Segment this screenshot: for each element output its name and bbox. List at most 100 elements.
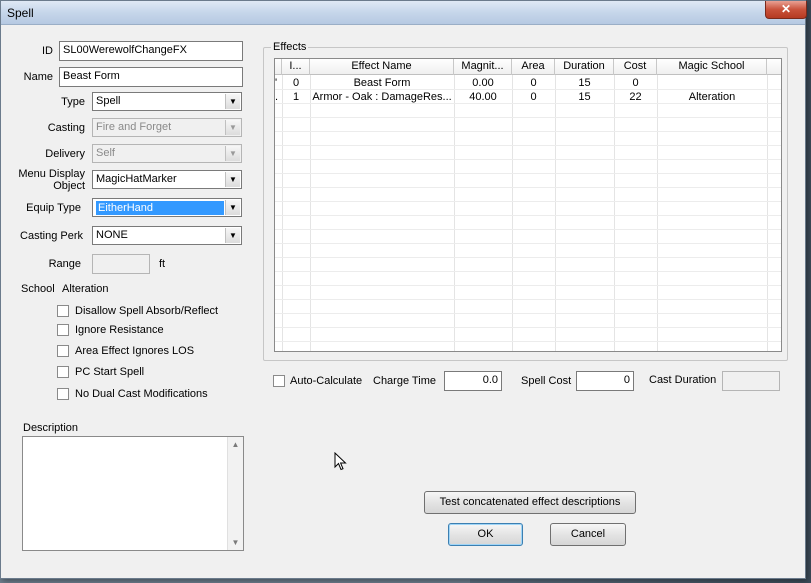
grid-line (275, 201, 781, 202)
checkbox-no-dual-cast[interactable]: No Dual Cast Modifications (57, 388, 208, 402)
row-marker: ' (275, 77, 278, 89)
cast-duration-field (722, 371, 780, 391)
menu-display-label-line2: Object (53, 180, 85, 192)
checkbox-area-effect-los[interactable]: Area Effect Ignores LOS (57, 345, 194, 359)
description-textarea[interactable]: ▲ ▼ (22, 436, 244, 551)
spell-dialog: Spell ✕ ID SL00WerewolfChangeFX Name Bea… (0, 0, 807, 579)
row-marker: . (275, 91, 279, 103)
casting-select: Fire and Forget ▼ (92, 118, 242, 137)
chevron-down-icon[interactable]: ▼ (225, 228, 240, 243)
grid-line (275, 271, 781, 272)
grid-line (275, 159, 781, 160)
auto-calculate-checkbox[interactable] (273, 375, 285, 387)
close-button[interactable]: ✕ (765, 1, 807, 19)
grid-line (275, 327, 781, 328)
grid-line (275, 313, 781, 314)
effects-table-header: I... Effect Name Magnit... Area Duration… (275, 59, 781, 75)
range-field (92, 254, 150, 274)
checkbox-box[interactable] (57, 388, 69, 401)
grid-line (275, 187, 781, 188)
mouse-pointer-icon (334, 452, 347, 471)
column-duration[interactable]: Duration (555, 59, 614, 75)
effects-group-title: Effects (271, 41, 309, 53)
checkbox-box[interactable] (57, 305, 69, 318)
row-index: 1 (292, 91, 300, 103)
checkbox-label: Ignore Resistance (75, 324, 164, 337)
spell-cost-field[interactable]: 0 (576, 371, 634, 391)
type-value: Spell (96, 95, 121, 107)
checkbox-box[interactable] (57, 366, 69, 379)
menu-display-label-line1: Menu Display (18, 168, 85, 180)
checkbox-pc-start-spell[interactable]: PC Start Spell (57, 366, 144, 380)
delivery-select: Self ▼ (92, 144, 242, 163)
equip-type-select[interactable]: EitherHand ▼ (92, 198, 242, 217)
equip-type-value: EitherHand (96, 201, 224, 215)
grid-line (275, 243, 781, 244)
grid-line (275, 131, 781, 132)
checkbox-label: Area Effect Ignores LOS (75, 345, 195, 358)
checkbox-ignore-resistance[interactable]: Ignore Resistance (57, 324, 164, 338)
ok-button[interactable]: OK (448, 523, 523, 546)
name-field[interactable]: Beast Form (59, 67, 243, 87)
chevron-down-icon[interactable]: ▼ (225, 200, 240, 215)
grid-line (275, 285, 781, 286)
chevron-down-icon[interactable]: ▼ (225, 94, 240, 109)
checkbox-label: PC Start Spell (75, 366, 145, 379)
grid-line (275, 257, 781, 258)
column-cost[interactable]: Cost (614, 59, 657, 75)
range-unit: ft (159, 258, 166, 270)
row-magnitude: 0.00 (472, 77, 494, 89)
range-label: Range (48, 258, 81, 270)
checkbox-disallow-absorb[interactable]: Disallow Spell Absorb/Reflect (57, 305, 218, 319)
delivery-label: Delivery (45, 148, 85, 160)
cast-duration-label: Cast Duration (649, 374, 717, 386)
casting-value: Fire and Forget (96, 121, 172, 133)
casting-perk-select[interactable]: NONE ▼ (92, 226, 242, 245)
column-index[interactable]: I... (282, 59, 310, 75)
grid-line (275, 229, 781, 230)
spell-cost-label: Spell Cost (521, 375, 572, 387)
checkbox-box[interactable] (57, 345, 69, 358)
row-magic-school: Alteration (688, 91, 736, 103)
grid-line (275, 341, 781, 342)
chevron-down-icon: ▼ (225, 120, 240, 135)
type-label: Type (61, 96, 85, 108)
row-area: 0 (530, 77, 537, 89)
type-select[interactable]: Spell ▼ (92, 92, 242, 111)
grid-line (275, 173, 781, 174)
chevron-down-icon: ▼ (225, 146, 240, 161)
column-magic-school[interactable]: Magic School (657, 59, 767, 75)
description-scrollbar[interactable]: ▲ ▼ (227, 437, 243, 550)
menu-display-select[interactable]: MagicHatMarker ▼ (92, 170, 242, 189)
test-descriptions-button[interactable]: Test concatenated effect descriptions (424, 491, 636, 514)
effects-table[interactable]: I... Effect Name Magnit... Area Duration… (274, 58, 782, 352)
charge-time-label: Charge Time (373, 375, 436, 387)
column-effect-name[interactable]: Effect Name (310, 59, 454, 75)
school-value: Alteration (62, 283, 109, 295)
grid-line (275, 299, 781, 300)
delivery-value: Self (96, 147, 115, 159)
name-label: Name (23, 71, 53, 83)
id-field[interactable]: SL00WerewolfChangeFX (59, 41, 243, 61)
row-cost: 0 (632, 77, 639, 89)
row-area: 0 (530, 91, 537, 103)
equip-type-label: Equip Type (26, 202, 81, 214)
menu-display-value: MagicHatMarker (96, 173, 177, 185)
casting-label: Casting (47, 122, 85, 134)
row-index: 0 (292, 77, 300, 89)
checkbox-box[interactable] (57, 324, 69, 337)
scroll-down-icon[interactable]: ▼ (228, 535, 243, 550)
grid-line (275, 145, 781, 146)
column-magnitude[interactable]: Magnit... (454, 59, 512, 75)
grid-line (275, 117, 781, 118)
scroll-up-icon[interactable]: ▲ (228, 437, 243, 452)
column-area[interactable]: Area (512, 59, 555, 75)
chevron-down-icon[interactable]: ▼ (225, 172, 240, 187)
row-duration: 15 (578, 77, 591, 89)
checkbox-label: Disallow Spell Absorb/Reflect (75, 305, 219, 318)
row-cost: 22 (629, 91, 642, 103)
grid-line (275, 215, 781, 216)
row-magnitude: 40.00 (469, 91, 497, 103)
charge-time-field[interactable]: 0.0 (444, 371, 502, 391)
cancel-button[interactable]: Cancel (550, 523, 626, 546)
